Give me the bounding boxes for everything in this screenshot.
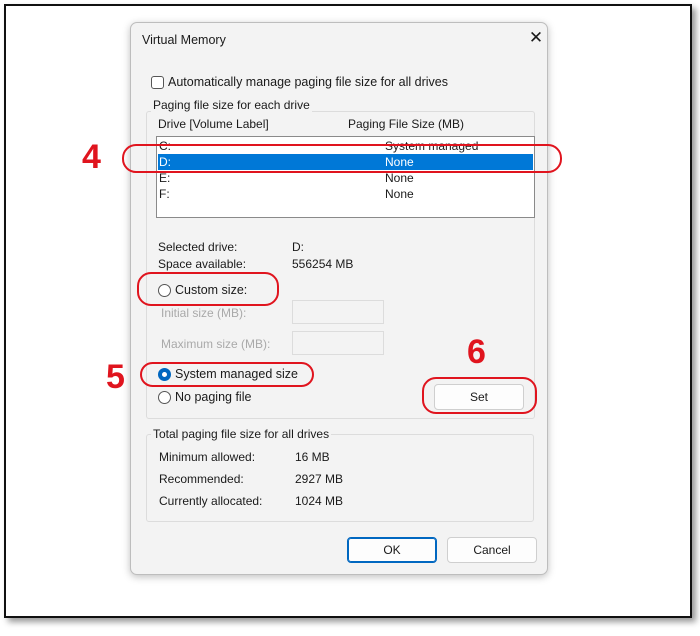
step-5-label: 5 xyxy=(106,358,125,396)
header-drive: Drive [Volume Label] xyxy=(158,117,269,131)
drive-size: None xyxy=(385,187,414,201)
currently-allocated-value: 1024 MB xyxy=(295,494,344,508)
step-4-label: 4 xyxy=(82,138,101,176)
selected-drive-value: D: xyxy=(292,240,304,254)
minimum-allowed-value: 16 MB xyxy=(295,450,330,464)
maximum-size-input[interactable] xyxy=(292,331,384,355)
set-button-highlight xyxy=(422,377,537,414)
auto-manage-checkbox[interactable] xyxy=(151,76,164,89)
selected-drive-label: Selected drive: xyxy=(158,240,238,254)
recommended-label: Recommended: xyxy=(159,472,244,486)
initial-size-input[interactable] xyxy=(292,300,384,324)
maximum-size-label: Maximum size (MB): xyxy=(161,337,271,351)
initial-size-label: Initial size (MB): xyxy=(161,306,247,320)
no-paging-radio[interactable] xyxy=(158,391,171,404)
per-drive-legend: Paging file size for each drive xyxy=(151,98,312,112)
totals-legend: Total paging file size for all drives xyxy=(151,427,332,441)
no-paging-label: No paging file xyxy=(175,390,252,404)
recommended-value: 2927 MB xyxy=(295,472,344,486)
step-6-label: 6 xyxy=(467,333,486,371)
drive-d-highlight xyxy=(122,144,562,173)
header-size: Paging File Size (MB) xyxy=(348,117,465,131)
space-available-value: 556254 MB xyxy=(292,257,354,271)
close-icon[interactable]: ✕ xyxy=(524,28,548,50)
drive-letter: F: xyxy=(159,187,170,201)
currently-allocated-label: Currently allocated: xyxy=(159,494,263,508)
minimum-allowed-label: Minimum allowed: xyxy=(159,450,256,464)
ok-button[interactable]: OK xyxy=(347,537,437,563)
dialog-title: Virtual Memory xyxy=(142,33,226,47)
auto-manage-label: Automatically manage paging file size fo… xyxy=(168,75,448,89)
space-available-label: Space available: xyxy=(158,257,247,271)
system-managed-highlight xyxy=(140,362,314,387)
drive-row-f[interactable]: F: None xyxy=(158,186,533,202)
custom-size-highlight xyxy=(137,272,279,306)
cancel-button[interactable]: Cancel xyxy=(447,537,537,563)
